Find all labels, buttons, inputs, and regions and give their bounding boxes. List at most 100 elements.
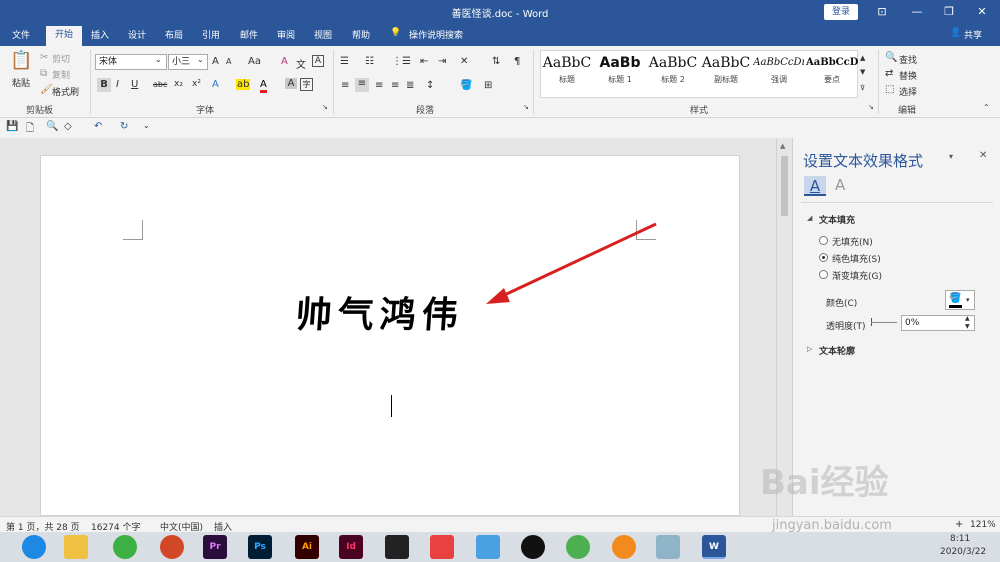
- collapse-section-icon[interactable]: ◢: [807, 214, 812, 222]
- pane-close-icon[interactable]: ✕: [979, 150, 987, 161]
- style-heading2[interactable]: AaBbC 标题 2: [647, 52, 699, 96]
- pane-options-icon[interactable]: ▾: [949, 152, 953, 161]
- chevron-down-icon[interactable]: ⌄: [155, 55, 162, 64]
- premiere-icon[interactable]: Pr: [203, 535, 227, 559]
- print-preview-icon[interactable]: 🔍: [46, 121, 58, 132]
- file-explorer-icon[interactable]: [64, 535, 88, 559]
- dialog-launcher-icon[interactable]: ↘: [523, 103, 529, 111]
- app-icon[interactable]: [612, 535, 636, 559]
- tab-references[interactable]: 引用: [202, 28, 220, 41]
- wechat-icon[interactable]: [113, 535, 137, 559]
- qq-icon[interactable]: [521, 535, 545, 559]
- share-icon[interactable]: 👤: [950, 28, 961, 38]
- numbering-icon[interactable]: ☷: [365, 56, 374, 67]
- solid-fill-label[interactable]: 纯色填充(S): [832, 252, 881, 265]
- solid-fill-radio[interactable]: [819, 253, 828, 262]
- start-browser-icon[interactable]: [22, 535, 46, 559]
- signin-button[interactable]: 登录: [824, 4, 858, 20]
- style-title[interactable]: AaBbC 标题: [541, 52, 593, 96]
- indesign-icon[interactable]: Id: [339, 535, 363, 559]
- replace-icon[interactable]: ⇄: [885, 68, 893, 79]
- text-fill-section[interactable]: 文本填充: [819, 213, 855, 226]
- redo-icon[interactable]: ↻: [120, 121, 128, 132]
- tab-layout[interactable]: 布局: [165, 28, 183, 41]
- word-taskbar-icon[interactable]: W: [702, 535, 726, 559]
- align-center-icon[interactable]: ≡: [355, 78, 369, 92]
- share-button[interactable]: 共享: [964, 28, 982, 41]
- replace-button[interactable]: 替换: [899, 69, 917, 82]
- customize-qat-icon[interactable]: ⌄: [143, 121, 150, 130]
- increase-indent-icon[interactable]: ⇥: [438, 56, 446, 67]
- justify-icon[interactable]: ≡: [391, 80, 399, 91]
- paste-icon[interactable]: 📋: [10, 50, 32, 72]
- scrollbar-thumb[interactable]: [781, 156, 788, 216]
- tell-me-search[interactable]: 操作说明搜索: [409, 28, 463, 41]
- align-right-icon[interactable]: ≡: [375, 80, 383, 91]
- zoom-in-icon[interactable]: +: [955, 519, 963, 530]
- format-painter-icon[interactable]: 🖌: [40, 84, 53, 95]
- powerpoint-icon[interactable]: [160, 535, 184, 559]
- transparency-slider[interactable]: [871, 322, 897, 323]
- underline-button[interactable]: U: [131, 79, 138, 90]
- zoom-level[interactable]: 121%: [970, 520, 996, 530]
- photoshop-icon[interactable]: Ps: [248, 535, 272, 559]
- text-effects-tab-icon[interactable]: A: [835, 176, 845, 194]
- strikethrough-button[interactable]: abc: [153, 80, 167, 89]
- no-fill-radio[interactable]: [819, 236, 828, 245]
- copy-label[interactable]: 复制: [52, 68, 70, 81]
- shapes-icon[interactable]: ◇: [64, 121, 72, 132]
- text-outline-section[interactable]: 文本轮廓: [819, 344, 855, 357]
- tab-insert[interactable]: 插入: [91, 28, 109, 41]
- decrease-indent-icon[interactable]: ⇤: [420, 56, 428, 67]
- clear-format-icon[interactable]: A: [281, 56, 288, 67]
- change-case-icon[interactable]: Aa: [248, 56, 261, 67]
- ribbon-display-icon[interactable]: ⊡: [872, 2, 892, 22]
- scroll-up-arrow-icon[interactable]: ▲: [780, 142, 785, 150]
- align-left-icon[interactable]: ≡: [341, 80, 349, 91]
- color-picker-button[interactable]: 🪣 ▾: [945, 290, 975, 310]
- cut-label[interactable]: 剪切: [52, 52, 70, 65]
- dialog-launcher-icon[interactable]: ↘: [868, 103, 874, 111]
- gradient-fill-radio[interactable]: [819, 270, 828, 279]
- multilevel-list-icon[interactable]: ⋮☰: [392, 56, 411, 67]
- shading-icon[interactable]: 🪣: [460, 80, 472, 91]
- style-subtitle[interactable]: AaBbC 副标题: [700, 52, 752, 96]
- chrome-icon[interactable]: [566, 535, 590, 559]
- tab-view[interactable]: 视图: [314, 28, 332, 41]
- grow-font-icon[interactable]: A: [212, 56, 219, 67]
- copy-icon[interactable]: ⧉: [40, 68, 47, 79]
- scroll-down-icon[interactable]: ▼: [860, 68, 865, 76]
- tab-design[interactable]: 设计: [128, 28, 146, 41]
- dialog-launcher-icon[interactable]: ↘: [322, 103, 328, 111]
- phonetic-guide-icon[interactable]: 文: [296, 56, 306, 71]
- select-icon[interactable]: ⬚: [885, 84, 894, 95]
- font-color-button[interactable]: A: [260, 79, 267, 93]
- minimize-button[interactable]: —: [907, 2, 927, 22]
- app-icon[interactable]: [430, 535, 454, 559]
- app-icon[interactable]: [476, 535, 500, 559]
- text-effects-button[interactable]: A: [212, 79, 219, 90]
- char-border-button[interactable]: 字: [300, 78, 313, 91]
- wordart-text[interactable]: 帅气鸿伟: [294, 286, 466, 338]
- bullets-icon[interactable]: ☰: [340, 56, 349, 67]
- style-emphasis[interactable]: AaBbCcDı 强调: [753, 52, 805, 96]
- gradient-fill-label[interactable]: 渐变填充(G): [832, 269, 882, 282]
- new-document-icon[interactable]: 🗋: [26, 121, 34, 138]
- chevron-down-icon[interactable]: ⌄: [197, 55, 204, 64]
- tab-review[interactable]: 审阅: [277, 28, 295, 41]
- tab-file[interactable]: 文件: [12, 28, 30, 41]
- chinese-layout-icon[interactable]: ✕: [460, 56, 468, 67]
- italic-button[interactable]: I: [116, 79, 119, 90]
- tab-help[interactable]: 帮助: [352, 28, 370, 41]
- find-icon[interactable]: 🔍: [885, 52, 897, 63]
- tab-mailings[interactable]: 邮件: [240, 28, 258, 41]
- select-button[interactable]: 选择: [899, 85, 917, 98]
- find-button[interactable]: 查找: [899, 53, 917, 66]
- scroll-up-icon[interactable]: ▲: [860, 54, 865, 62]
- tab-home[interactable]: 开始: [46, 26, 82, 46]
- sort-icon[interactable]: ⇅: [492, 56, 500, 67]
- style-heading1[interactable]: AaBb 标题 1: [594, 52, 646, 96]
- no-fill-label[interactable]: 无填充(N): [832, 235, 873, 248]
- subscript-button[interactable]: x₂: [174, 79, 183, 89]
- bold-button[interactable]: B: [97, 78, 111, 92]
